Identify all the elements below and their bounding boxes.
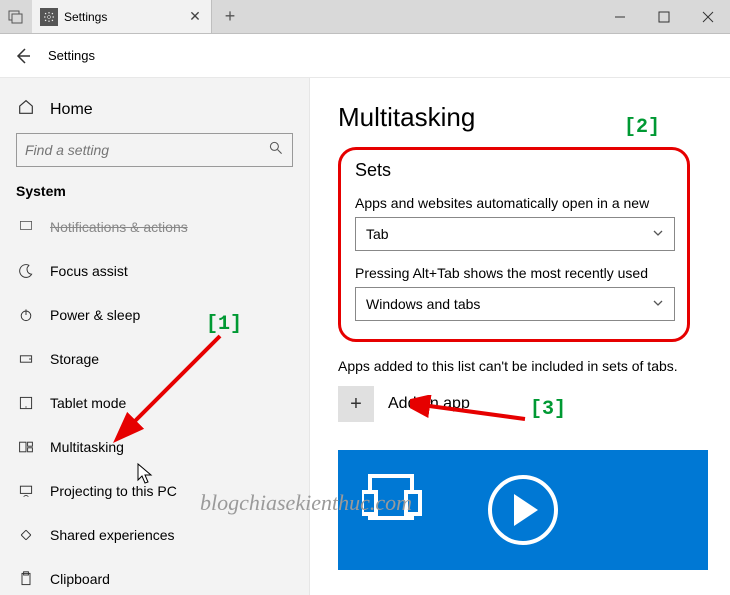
sidebar-item-home[interactable]: Home bbox=[16, 88, 293, 133]
search-icon bbox=[268, 140, 284, 161]
sets-highlight-box: Sets Apps and websites automatically ope… bbox=[338, 147, 690, 342]
power-icon bbox=[16, 307, 36, 323]
sidebar-item-tablet-mode[interactable]: Tablet mode bbox=[2, 381, 307, 425]
add-app-label: Add an app bbox=[388, 395, 470, 413]
multitasking-icon bbox=[16, 439, 36, 455]
projecting-icon bbox=[16, 483, 36, 499]
sidebar-item-shared-experiences[interactable]: Shared experiences bbox=[2, 513, 307, 557]
sidebar-item-label: Notifications & actions bbox=[50, 219, 188, 235]
sidebar-item-label: Multitasking bbox=[50, 439, 124, 455]
sidebar-item-notifications[interactable]: Notifications & actions bbox=[2, 205, 307, 249]
minimize-button[interactable] bbox=[598, 0, 642, 33]
task-view-icon[interactable] bbox=[0, 0, 32, 33]
shared-icon bbox=[16, 527, 36, 543]
search-input-container[interactable] bbox=[16, 133, 293, 167]
cursor-icon bbox=[136, 462, 156, 486]
home-icon bbox=[16, 98, 36, 121]
sidebar-nav: Notifications & actions Focus assist Pow… bbox=[2, 205, 307, 595]
window-controls bbox=[598, 0, 730, 33]
sets-open-in-dropdown[interactable]: Tab bbox=[355, 217, 675, 251]
maximize-button[interactable] bbox=[642, 0, 686, 33]
sidebar-item-label: Projecting to this PC bbox=[50, 483, 177, 499]
sidebar-item-focus-assist[interactable]: Focus assist bbox=[2, 249, 307, 293]
close-window-button[interactable] bbox=[686, 0, 730, 33]
sets-field1-label: Apps and websites automatically open in … bbox=[355, 195, 673, 211]
tab-settings[interactable]: Settings ✕ bbox=[32, 0, 212, 33]
dropdown-value: Tab bbox=[366, 226, 389, 242]
chevron-down-icon bbox=[652, 226, 664, 242]
sidebar-item-label: Power & sleep bbox=[50, 307, 140, 323]
close-icon[interactable]: ✕ bbox=[187, 8, 203, 25]
sidebar-item-label: Shared experiences bbox=[50, 527, 175, 543]
header-title: Settings bbox=[48, 48, 95, 63]
clipboard-icon bbox=[16, 571, 36, 587]
sidebar-item-power-sleep[interactable]: Power & sleep bbox=[2, 293, 307, 337]
sidebar: Home System Notifications & actions Focu… bbox=[0, 78, 310, 595]
content-pane: Multitasking Sets Apps and websites auto… bbox=[310, 78, 730, 595]
add-app-button[interactable]: + Add an app bbox=[338, 386, 708, 422]
sets-field2-label: Pressing Alt+Tab shows the most recently… bbox=[355, 265, 673, 281]
sidebar-item-storage[interactable]: Storage bbox=[2, 337, 307, 381]
chevron-down-icon bbox=[652, 296, 664, 312]
exclusion-note: Apps added to this list can't be include… bbox=[338, 358, 708, 374]
moon-icon bbox=[16, 263, 36, 279]
back-button[interactable] bbox=[12, 46, 32, 66]
window-tabbar: Settings ✕ + bbox=[0, 0, 730, 34]
dropdown-value: Windows and tabs bbox=[366, 296, 480, 312]
notifications-icon bbox=[16, 219, 36, 235]
search-input[interactable] bbox=[25, 142, 268, 158]
page-title: Multitasking bbox=[338, 102, 708, 133]
new-tab-button[interactable]: + bbox=[212, 0, 248, 33]
sets-video-icon bbox=[362, 468, 432, 533]
sidebar-item-label: Storage bbox=[50, 351, 99, 367]
section-label-system: System bbox=[16, 167, 293, 205]
play-icon bbox=[488, 475, 558, 545]
sets-alttab-dropdown[interactable]: Windows and tabs bbox=[355, 287, 675, 321]
sidebar-item-label: Clipboard bbox=[50, 571, 110, 587]
storage-icon bbox=[16, 351, 36, 367]
sidebar-item-label: Focus assist bbox=[50, 263, 128, 279]
sets-heading: Sets bbox=[355, 160, 391, 181]
sidebar-item-clipboard[interactable]: Clipboard bbox=[2, 557, 307, 595]
home-label: Home bbox=[50, 101, 93, 119]
gear-icon bbox=[40, 8, 58, 26]
app-header: Settings bbox=[0, 34, 730, 78]
video-tile[interactable] bbox=[338, 450, 708, 570]
sidebar-item-label: Tablet mode bbox=[50, 395, 126, 411]
tablet-icon bbox=[16, 395, 36, 411]
tab-title: Settings bbox=[64, 10, 181, 24]
plus-icon: + bbox=[338, 386, 374, 422]
